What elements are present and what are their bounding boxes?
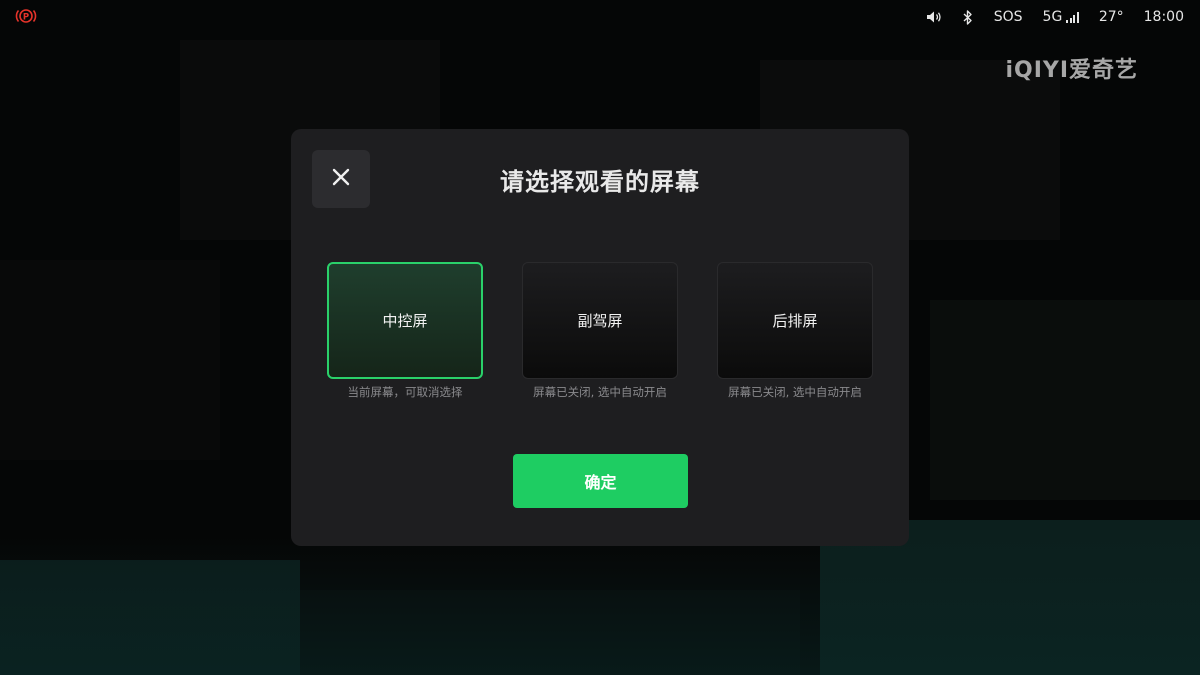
network-indicator: 5G (1043, 9, 1079, 25)
iqiyi-logo: iQIYI爱奇艺 (1005, 58, 1138, 83)
screen-option-passenger[interactable]: 副驾屏 (522, 262, 678, 379)
bluetooth-icon[interactable] (962, 9, 974, 25)
screen-option-hint: 屏幕已关闭, 选中自动开启 (728, 385, 862, 399)
screen-option-label: 中控屏 (382, 312, 428, 330)
screen-option-center[interactable]: 中控屏 (327, 262, 483, 379)
svg-text:P: P (23, 12, 29, 22)
sos-label[interactable]: SOS (994, 9, 1023, 25)
confirm-button[interactable]: 确定 (513, 454, 688, 508)
volume-icon[interactable] (926, 10, 942, 24)
status-bar: P SOS 5G 27° 18:00 (0, 0, 1200, 34)
screen-option-label: 副驾屏 (577, 312, 623, 330)
clock: 18:00 (1143, 9, 1184, 25)
screen-option-hint: 当前屏幕，可取消选择 (347, 385, 463, 399)
screen-select-dialog: 请选择观看的屏幕 中控屏 当前屏幕，可取消选择 副驾屏 屏幕已关闭, 选中自动开… (291, 129, 909, 546)
parking-brake-icon: P (15, 7, 37, 25)
dialog-title: 请选择观看的屏幕 (500, 168, 700, 196)
screen-option-label: 后排屏 (772, 312, 818, 330)
network-label: 5G (1042, 9, 1063, 25)
screen-option-hint: 屏幕已关闭, 选中自动开启 (533, 385, 667, 399)
screen-option-rear[interactable]: 后排屏 (717, 262, 873, 379)
temperature-label: 27° (1098, 9, 1124, 25)
signal-icon (1066, 11, 1079, 23)
